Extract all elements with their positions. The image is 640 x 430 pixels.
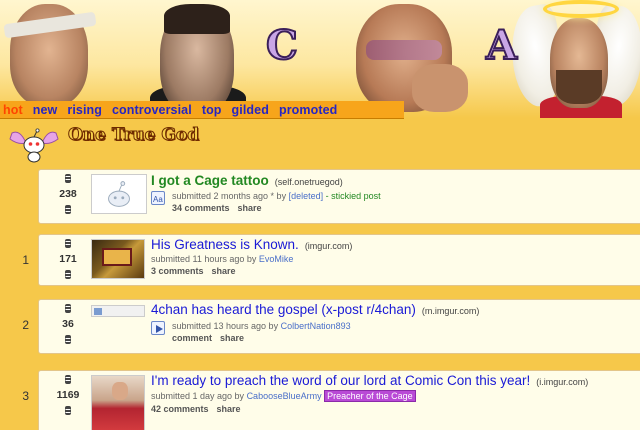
- post-actions: comment share: [172, 333, 252, 343]
- post-domain[interactable]: (i.imgur.com): [536, 377, 588, 387]
- post-title: 4chan has heard the gospel (x-post r/4ch…: [151, 302, 479, 317]
- post-title-link[interactable]: I'm ready to preach the word of our lord…: [151, 373, 530, 388]
- post-author[interactable]: ColbertNation893: [281, 321, 351, 331]
- text-expand-icon[interactable]: Aa: [151, 191, 165, 205]
- downvote-arrow-icon[interactable]: [63, 403, 73, 415]
- post-thumbnail[interactable]: [91, 239, 145, 279]
- post-actions: 3 comments share: [151, 266, 244, 276]
- vote-box: 36: [49, 304, 87, 344]
- vote-box: 1169: [49, 375, 87, 415]
- comments-link[interactable]: 34 comments: [172, 203, 230, 213]
- post-meta: submitted 11 hours ago by EvoMike: [151, 254, 293, 264]
- upvote-arrow-icon[interactable]: [63, 304, 73, 316]
- banner-photo-halo: [550, 18, 608, 108]
- post-score: 171: [59, 253, 77, 265]
- post-author[interactable]: CabooseBlueArmy: [247, 391, 322, 401]
- image-expand-icon[interactable]: [151, 321, 165, 335]
- comments-link[interactable]: 3 comments: [151, 266, 204, 276]
- banner-letter-a: A: [485, 21, 518, 70]
- post-score: 36: [62, 318, 74, 330]
- user-flair-badge: Preacher of the Cage: [324, 390, 416, 402]
- banner-photo-headband: [3, 4, 97, 106]
- list-item: 238 I got a Cage tattoo (self.onetruegod)…: [38, 169, 640, 224]
- post-title: His Greatness is Known. (imgur.com): [151, 237, 352, 252]
- share-link[interactable]: share: [217, 404, 241, 414]
- post-domain[interactable]: (imgur.com): [305, 241, 353, 251]
- post-thumbnail[interactable]: [91, 305, 145, 317]
- banner-fist: [412, 64, 468, 112]
- list-item: 3 1169 I'm ready to preach the word of o…: [22, 370, 640, 430]
- post-title-link[interactable]: I got a Cage tattoo: [151, 173, 269, 188]
- post-author[interactable]: [deleted]: [289, 191, 324, 201]
- list-item: 1 171 His Greatness is Known. (imgur.com)…: [22, 234, 640, 286]
- upvote-arrow-icon[interactable]: [63, 174, 73, 186]
- post-rank: 1: [22, 253, 29, 267]
- meta-submitted: submitted 13 hours ago by: [172, 321, 281, 331]
- winged-alien-logo-icon[interactable]: [6, 123, 62, 165]
- post-meta: submitted 1 day ago by CabooseBlueArmy P…: [151, 390, 416, 402]
- meta-submitted: submitted 1 day ago by: [151, 391, 247, 401]
- post-title-link[interactable]: His Greatness is Known.: [151, 237, 299, 252]
- share-link[interactable]: share: [212, 266, 236, 276]
- banner-photo-portrait: [160, 4, 234, 114]
- post-rank: 2: [22, 318, 29, 332]
- tab-controversial[interactable]: controversial: [112, 103, 192, 117]
- tab-promoted[interactable]: promoted: [279, 103, 337, 117]
- post-title: I'm ready to preach the word of our lord…: [151, 373, 588, 388]
- tab-top[interactable]: top: [202, 103, 222, 117]
- list-item: 2 36 4chan has heard the gospel (x-post …: [22, 299, 640, 354]
- subreddit-title[interactable]: One True God: [67, 125, 199, 146]
- downvote-arrow-icon[interactable]: [63, 267, 73, 279]
- halo-icon: [543, 0, 619, 18]
- upvote-arrow-icon[interactable]: [63, 239, 73, 251]
- comments-link[interactable]: comment: [172, 333, 212, 343]
- tab-hot[interactable]: hot: [3, 103, 23, 117]
- post-actions: 34 comments share: [172, 203, 270, 213]
- upvote-arrow-icon[interactable]: [63, 375, 73, 387]
- meta-submitted: submitted 2 months ago * by: [172, 191, 289, 201]
- vote-box: 171: [49, 239, 87, 279]
- post-meta: submitted 2 months ago * by [deleted] - …: [172, 191, 381, 201]
- post-title: I got a Cage tattoo (self.onetruegod): [151, 173, 343, 188]
- share-link[interactable]: share: [220, 333, 244, 343]
- post-domain[interactable]: (self.onetruegod): [275, 177, 343, 187]
- svg-text:Aa: Aa: [153, 195, 163, 204]
- post-domain[interactable]: (m.imgur.com): [422, 306, 480, 316]
- post-score: 1169: [56, 389, 80, 401]
- tab-rising[interactable]: rising: [67, 103, 102, 117]
- post-rank: 3: [22, 389, 29, 403]
- post-title-link[interactable]: 4chan has heard the gospel (x-post r/4ch…: [151, 302, 416, 317]
- downvote-arrow-icon[interactable]: [63, 332, 73, 344]
- meta-submitted: submitted 11 hours ago by: [151, 254, 259, 264]
- post-score: 238: [59, 188, 77, 200]
- post-thumbnail[interactable]: [91, 375, 145, 430]
- post-author[interactable]: EvoMike: [259, 254, 294, 264]
- comments-link[interactable]: 42 comments: [151, 404, 209, 414]
- post-meta: submitted 13 hours ago by ColbertNation8…: [172, 321, 351, 331]
- share-link[interactable]: share: [238, 203, 262, 213]
- sticky-label: - stickied post: [323, 191, 381, 201]
- subreddit-bar: One True God: [0, 119, 640, 163]
- tab-gilded[interactable]: gilded: [232, 103, 269, 117]
- vote-box: 238: [49, 174, 87, 214]
- sort-tabs: hot new rising controversial top gilded …: [0, 101, 404, 119]
- banner-letter-c: C: [265, 21, 299, 70]
- post-actions: 42 comments share: [151, 404, 249, 414]
- downvote-arrow-icon[interactable]: [63, 202, 73, 214]
- self-post-thumbnail-icon[interactable]: [91, 174, 147, 214]
- tab-new[interactable]: new: [33, 103, 58, 117]
